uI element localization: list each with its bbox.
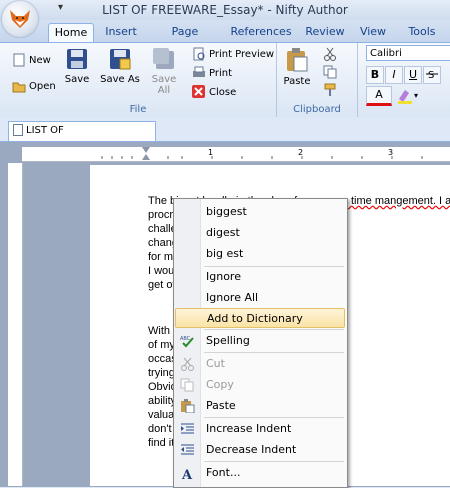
highlight-color-button[interactable]: ▾ [396, 86, 424, 104]
underline-button[interactable]: U [404, 66, 422, 84]
document-tab[interactable]: LIST OF FREEWARE_Essay* [8, 121, 156, 154]
highlighter-icon: ▾ [398, 90, 418, 104]
copy-icon[interactable] [323, 65, 337, 79]
clipboard-paste-icon [287, 48, 308, 72]
first-line-indent-marker[interactable] [142, 147, 150, 153]
strikethrough-icon: S [426, 70, 438, 81]
italic-button[interactable]: I [385, 66, 403, 84]
spell-check-icon: ABC [180, 336, 194, 348]
save-as-icon [110, 49, 131, 70]
file-group: New Open Save Save As Save All Print Pre… [0, 43, 277, 117]
horizontal-ruler[interactable]: 1 2 3 [22, 147, 450, 162]
save-button[interactable]: Save [62, 47, 92, 85]
font-color-button[interactable]: A [366, 86, 392, 106]
suggestion-biggest[interactable]: biggest [175, 202, 345, 222]
decrease-indent-menu-item[interactable]: Decrease Indent [175, 440, 345, 460]
tab-page-layout[interactable]: Page Layout [152, 23, 218, 56]
close-button[interactable]: Close [192, 85, 236, 99]
file-group-label: File [129, 104, 147, 115]
increase-indent-menu-item[interactable]: Increase Indent [175, 419, 345, 439]
vertical-ruler[interactable] [8, 163, 23, 486]
ruler-number: 1 [208, 148, 214, 157]
open-button[interactable]: Open [12, 79, 56, 93]
context-menu: biggest digest big est Ignore Ignore All… [173, 198, 348, 488]
print-preview-button[interactable]: Print Preview [192, 47, 274, 61]
copy-menu-item[interactable]: Copy [175, 375, 345, 395]
save-as-button[interactable]: Save As [100, 47, 140, 85]
tab-references[interactable]: References [230, 23, 292, 41]
ruler-ticks [101, 147, 423, 160]
ignore-menu-item[interactable]: Ignore [175, 267, 345, 287]
open-folder-icon [12, 82, 26, 93]
clipboard-group: Paste Clipboard [277, 43, 358, 117]
suggestion-big-est[interactable]: big est [175, 244, 345, 264]
new-button[interactable]: New [12, 53, 51, 67]
new-document-icon [13, 53, 25, 67]
menu-separator [204, 461, 344, 462]
svg-text:▾: ▾ [414, 91, 418, 100]
fox-logo-icon [10, 10, 30, 28]
increase-indent-icon [181, 423, 194, 434]
document-tab-bar: LIST OF FREEWARE_Essay* [0, 117, 450, 154]
bold-button[interactable]: B [366, 66, 384, 84]
tab-tools[interactable]: Tools [404, 23, 440, 41]
svg-text:A: A [181, 468, 193, 480]
cut-icon[interactable] [323, 47, 337, 61]
spelling-menu-item[interactable]: ABC Spelling [175, 331, 345, 351]
paste-menu-item[interactable]: Paste [175, 396, 345, 416]
font-menu-item[interactable]: A Font... [175, 463, 345, 483]
font-name-select[interactable]: Calibri [366, 45, 450, 61]
save-all-icon [153, 48, 174, 69]
decrease-indent-icon [181, 444, 194, 455]
copy-icon [180, 378, 194, 392]
document-icon [13, 124, 23, 136]
hanging-indent-marker[interactable] [142, 154, 150, 160]
title-bar: LIST OF FREEWARE_Essay* - Nifty Author ▾ [0, 0, 450, 20]
svg-text:S: S [428, 70, 434, 81]
cut-menu-item[interactable]: Cut [175, 354, 345, 374]
save-all-button[interactable]: Save All [144, 47, 184, 96]
menu-separator [204, 329, 344, 330]
printer-icon [193, 66, 205, 77]
print-preview-icon [193, 47, 205, 61]
ruler-number: 2 [298, 148, 304, 157]
cut-icon [181, 357, 194, 371]
tab-home[interactable]: Home [48, 23, 94, 42]
tab-insert[interactable]: Insert [100, 23, 142, 41]
add-to-dictionary-menu-item[interactable]: Add to Dictionary [175, 308, 345, 328]
floppy-disk-icon [67, 49, 87, 69]
strikethrough-button[interactable]: S [423, 66, 441, 84]
menu-separator [204, 417, 344, 418]
paste-icon [181, 399, 195, 413]
quick-access-dropdown-icon[interactable]: ▾ [58, 2, 63, 13]
clipboard-group-label: Clipboard [293, 104, 341, 115]
window-title: LIST OF FREEWARE_Essay* - Nifty Author [102, 3, 348, 17]
app-menu-button[interactable] [2, 1, 38, 37]
menu-separator [204, 352, 344, 353]
ribbon-tab-bar: Home Insert Page Layout References Revie… [0, 20, 450, 56]
tab-view[interactable]: View [356, 23, 390, 41]
print-button[interactable]: Print [192, 66, 232, 80]
close-icon [192, 85, 205, 98]
paste-button[interactable]: Paste [283, 47, 311, 87]
ruler-number: 3 [388, 148, 394, 157]
ignore-all-menu-item[interactable]: Ignore All [175, 288, 345, 308]
format-painter-icon[interactable] [323, 83, 337, 97]
font-icon: A [181, 468, 193, 480]
suggestion-digest[interactable]: digest [175, 223, 345, 243]
ribbon: New Open Save Save As Save All Print Pre… [0, 42, 450, 118]
tab-review[interactable]: Review [304, 23, 346, 41]
